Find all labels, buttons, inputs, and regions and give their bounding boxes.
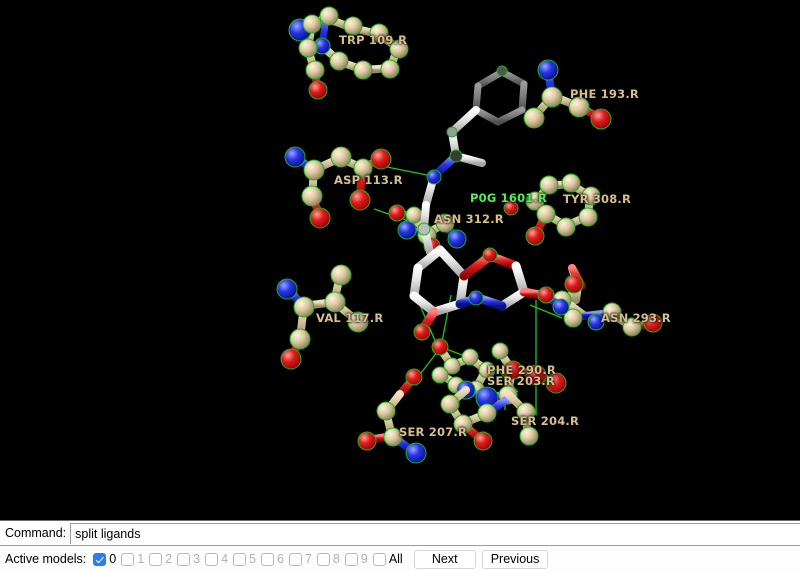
checkbox-icon[interactable] <box>121 552 135 566</box>
active-models-row: Active models: 0 1 2 3 4 5 6 7 8 9 All N… <box>0 546 800 571</box>
residue-val-117 <box>276 264 369 370</box>
molecular-viewer[interactable]: TRP 109.R PHE 193.R ASP 113.R P0G 1601.R… <box>0 0 800 520</box>
model-number-label: 8 <box>332 552 340 566</box>
command-label: Command: <box>5 526 67 540</box>
model-number-label: 0 <box>109 552 117 566</box>
checkbox-icon[interactable] <box>205 552 219 566</box>
molecule-render <box>276 6 663 464</box>
model-number-label: All <box>388 552 403 566</box>
residue-trp-109 <box>288 6 409 100</box>
model-number-label: 9 <box>360 552 368 566</box>
model-checkbox-2[interactable]: 2 <box>149 552 172 566</box>
model-checkbox-7[interactable]: 7 <box>288 552 312 566</box>
command-input[interactable] <box>70 522 800 544</box>
residue-ser-207 <box>357 368 427 464</box>
residue-asn-293 <box>552 264 663 337</box>
model-checkbox-0[interactable]: 0 <box>93 552 116 566</box>
checkbox-icon[interactable] <box>93 552 107 566</box>
model-checkbox-3[interactable]: 3 <box>177 552 200 566</box>
model-number-label: 6 <box>277 552 284 566</box>
model-number-label: 2 <box>165 552 173 566</box>
checkbox-icon[interactable] <box>344 552 358 566</box>
checkbox-icon[interactable] <box>177 552 191 566</box>
checkbox-icon[interactable] <box>261 552 274 566</box>
residue-tyr-308 <box>503 173 601 246</box>
model-checkbox-5[interactable]: 5 <box>233 552 256 566</box>
checkbox-icon[interactable] <box>288 552 302 566</box>
model-checkbox-4[interactable]: 4 <box>205 552 228 566</box>
checkbox-icon[interactable] <box>372 552 386 566</box>
checkbox-icon[interactable] <box>316 552 330 566</box>
model-checkbox-1[interactable]: 1 <box>121 552 144 566</box>
previous-button[interactable]: Previous <box>481 549 549 569</box>
model-number-label: 5 <box>249 552 256 566</box>
model-checkbox-all[interactable]: All <box>372 552 403 566</box>
bottom-control-panel: Command: Active models: 0 1 2 3 <box>0 520 800 571</box>
model-number-label: 7 <box>304 552 312 566</box>
residue-asp-113 <box>284 146 392 229</box>
command-row: Command: <box>0 521 800 546</box>
model-number-label: 1 <box>137 552 145 566</box>
model-number-label: 3 <box>193 552 201 566</box>
active-models-label: Active models: <box>5 552 87 566</box>
model-number-label: 4 <box>221 552 229 566</box>
model-checkbox-8[interactable]: 8 <box>316 552 340 566</box>
checkbox-icon[interactable] <box>149 552 163 566</box>
residue-phe-193 <box>523 59 612 130</box>
chimera-window: TRP 109.R PHE 193.R ASP 113.R P0G 1601.R… <box>0 0 800 571</box>
model-checkbox-9[interactable]: 9 <box>344 552 368 566</box>
checkbox-icon[interactable] <box>233 552 247 566</box>
model-checkbox-6[interactable]: 6 <box>261 552 284 566</box>
next-button[interactable]: Next <box>413 549 476 569</box>
